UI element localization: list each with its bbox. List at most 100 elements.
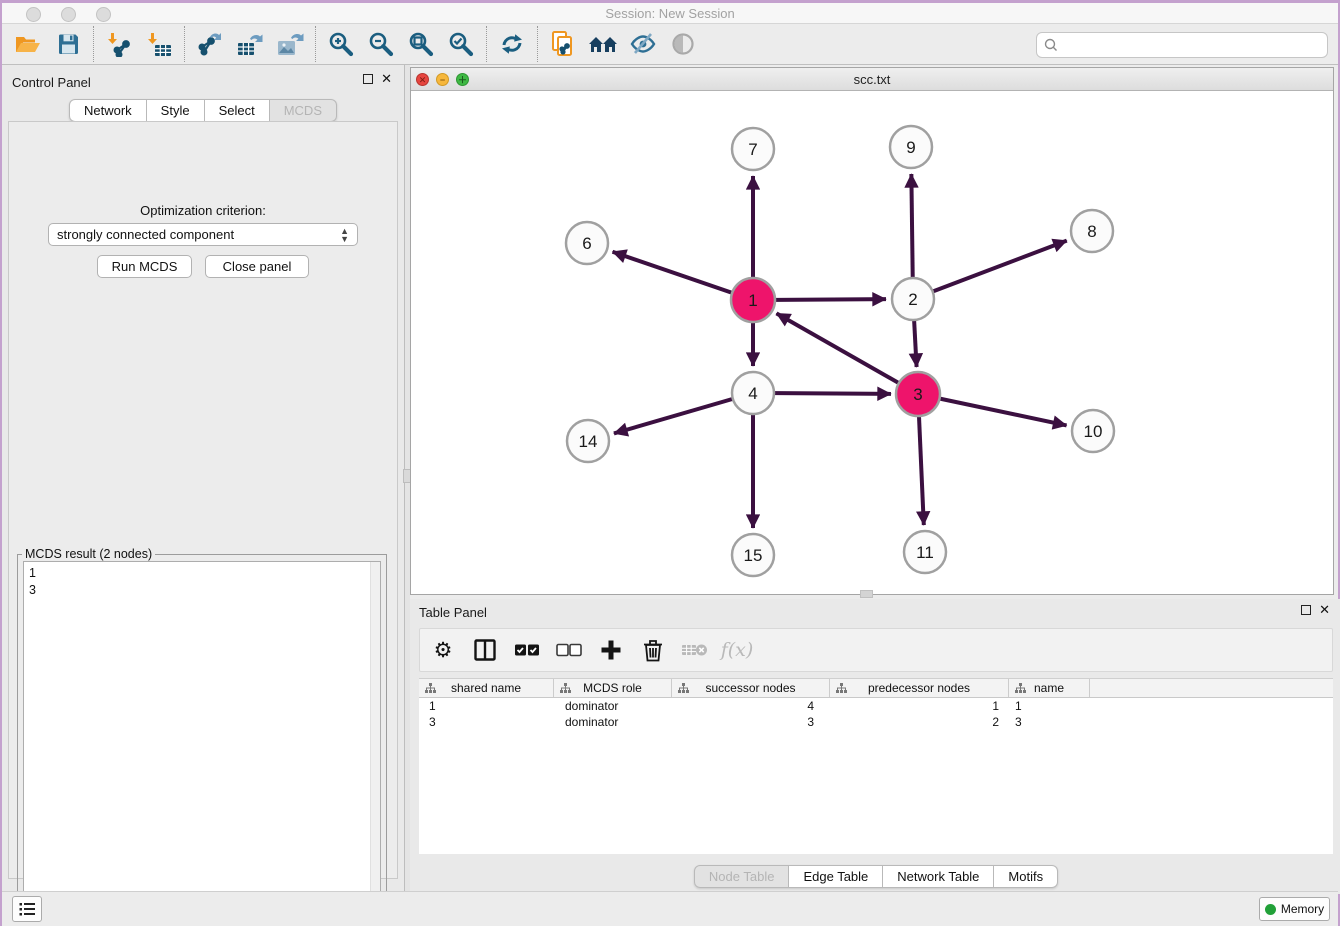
control-panel: Control Panel ✕ NetworkStyleSelectMCDS O… bbox=[2, 65, 404, 894]
export-network-icon bbox=[197, 31, 224, 57]
first-neighbors-button[interactable] bbox=[543, 27, 583, 61]
panel-splitter-horizontal-grip[interactable] bbox=[860, 590, 873, 598]
graph-node-6[interactable]: 6 bbox=[566, 222, 608, 264]
svg-text:15: 15 bbox=[744, 546, 763, 565]
table-cell[interactable]: 2 bbox=[830, 714, 1009, 730]
table-cell[interactable]: dominator bbox=[554, 698, 672, 714]
graph-node-10[interactable]: 10 bbox=[1072, 410, 1114, 452]
column-header-MCDS-role[interactable]: MCDS role bbox=[554, 679, 672, 697]
zoom-in-icon bbox=[328, 31, 355, 58]
table-row[interactable]: 3dominator323 bbox=[419, 714, 1333, 730]
search-input[interactable] bbox=[1059, 35, 1327, 55]
table-cell[interactable]: 4 bbox=[672, 698, 830, 714]
graph-node-14[interactable]: 14 bbox=[567, 420, 609, 462]
table-cell[interactable]: dominator bbox=[554, 714, 672, 730]
tab-network-table[interactable]: Network Table bbox=[883, 865, 994, 888]
eye-disabled-button[interactable] bbox=[663, 27, 703, 61]
table-row[interactable]: 1dominator411 bbox=[419, 698, 1333, 714]
column-header-name[interactable]: name bbox=[1009, 679, 1090, 697]
checked-boxes-button[interactable] bbox=[514, 637, 540, 663]
network-graph: 7 9 6 8 1 2 4 3 14 10 15 11 bbox=[411, 91, 1333, 594]
close-panel-button[interactable]: Close panel bbox=[205, 255, 309, 278]
table-cell[interactable]: 3 bbox=[672, 714, 830, 730]
graph-node-15[interactable]: 15 bbox=[732, 534, 774, 576]
close-panel-icon[interactable]: ✕ bbox=[381, 74, 392, 84]
edge-2-8[interactable] bbox=[913, 241, 1067, 299]
split-column-button[interactable] bbox=[472, 637, 498, 663]
zoom-in-button[interactable] bbox=[321, 27, 361, 61]
task-history-button[interactable] bbox=[12, 896, 42, 922]
import-table-icon bbox=[146, 31, 172, 57]
graph-node-1[interactable]: 1 bbox=[731, 278, 775, 322]
unchecked-boxes-button[interactable] bbox=[556, 637, 582, 663]
column-header-shared-name[interactable]: shared name bbox=[419, 679, 554, 697]
zoom-selected-button[interactable] bbox=[441, 27, 481, 61]
network-canvas[interactable]: 7 9 6 8 1 2 4 3 14 10 15 11 bbox=[411, 91, 1333, 594]
refresh-icon bbox=[499, 31, 525, 57]
zoom-out-button[interactable] bbox=[361, 27, 401, 61]
import-table-button[interactable] bbox=[139, 27, 179, 61]
table-header-row: shared nameMCDS rolesuccessor nodesprede… bbox=[419, 679, 1333, 698]
import-network-button[interactable] bbox=[99, 27, 139, 61]
tab-network[interactable]: Network bbox=[69, 99, 147, 122]
gear-button[interactable]: ⚙ bbox=[430, 637, 456, 663]
network-window-titlebar[interactable]: ✕ − ＋ scc.txt bbox=[411, 68, 1333, 91]
table-cell[interactable]: 3 bbox=[419, 714, 554, 730]
edge-3-1[interactable] bbox=[776, 313, 918, 394]
svg-text:4: 4 bbox=[748, 384, 757, 403]
tab-mcds[interactable]: MCDS bbox=[270, 99, 337, 122]
add-column-button[interactable] bbox=[598, 637, 624, 663]
tab-node-table[interactable]: Node Table bbox=[694, 865, 790, 888]
table-cell[interactable]: 1 bbox=[1009, 698, 1090, 714]
open-folder-button[interactable] bbox=[8, 27, 48, 61]
graph-node-4[interactable]: 4 bbox=[732, 372, 774, 414]
save-button[interactable] bbox=[48, 27, 88, 61]
memory-button[interactable]: Memory bbox=[1259, 897, 1330, 921]
delete-table-icon bbox=[681, 641, 709, 659]
svg-text:14: 14 bbox=[579, 432, 598, 451]
control-panel-tabs: NetworkStyleSelectMCDS bbox=[69, 99, 337, 122]
graph-node-11[interactable]: 11 bbox=[904, 531, 946, 573]
column-header-predecessor-nodes[interactable]: predecessor nodes bbox=[830, 679, 1009, 697]
export-table-button[interactable] bbox=[230, 27, 270, 61]
graph-node-9[interactable]: 9 bbox=[890, 126, 932, 168]
mcds-result-values: 1 3 bbox=[29, 565, 36, 599]
graph-node-7[interactable]: 7 bbox=[732, 128, 774, 170]
criterion-dropdown[interactable]: strongly connected component ▲▼ bbox=[48, 223, 358, 246]
float-panel-icon[interactable] bbox=[363, 74, 373, 84]
graph-node-8[interactable]: 8 bbox=[1071, 210, 1113, 252]
split-column-icon bbox=[473, 638, 497, 662]
result-scrollbar[interactable] bbox=[370, 562, 380, 925]
open-folder-icon bbox=[14, 31, 42, 57]
graph-node-2[interactable]: 2 bbox=[892, 278, 934, 320]
eye-disabled-icon bbox=[670, 31, 696, 57]
delete-table-button[interactable] bbox=[682, 637, 708, 663]
tab-style[interactable]: Style bbox=[147, 99, 205, 122]
toolbar-separator bbox=[537, 26, 538, 62]
tab-select[interactable]: Select bbox=[205, 99, 270, 122]
function-builder-button[interactable]: f(x) bbox=[724, 637, 750, 663]
search-box[interactable] bbox=[1036, 32, 1328, 58]
graph-node-3[interactable]: 3 bbox=[896, 372, 940, 416]
toolbar-separator bbox=[315, 26, 316, 62]
float-table-panel-icon[interactable] bbox=[1301, 605, 1311, 615]
export-network-button[interactable] bbox=[190, 27, 230, 61]
run-mcds-button[interactable]: Run MCDS bbox=[97, 255, 192, 278]
export-image-button[interactable] bbox=[270, 27, 310, 61]
column-header-successor-nodes[interactable]: successor nodes bbox=[672, 679, 830, 697]
table-cell[interactable]: 1 bbox=[830, 698, 1009, 714]
home-button[interactable] bbox=[583, 27, 623, 61]
tab-edge-table[interactable]: Edge Table bbox=[789, 865, 883, 888]
mcds-result-list[interactable]: 1 3 bbox=[23, 561, 381, 926]
close-table-panel-icon[interactable]: ✕ bbox=[1319, 605, 1330, 615]
memory-label: Memory bbox=[1281, 902, 1324, 916]
hide-panel-button[interactable] bbox=[623, 27, 663, 61]
zoom-fit-button[interactable] bbox=[401, 27, 441, 61]
refresh-button[interactable] bbox=[492, 27, 532, 61]
tab-motifs[interactable]: Motifs bbox=[994, 865, 1058, 888]
table-cell[interactable]: 1 bbox=[419, 698, 554, 714]
network-window-title: scc.txt bbox=[411, 72, 1333, 87]
table-cell[interactable]: 3 bbox=[1009, 714, 1090, 730]
hierarchy-icon bbox=[836, 683, 847, 694]
delete-column-button[interactable] bbox=[640, 637, 666, 663]
